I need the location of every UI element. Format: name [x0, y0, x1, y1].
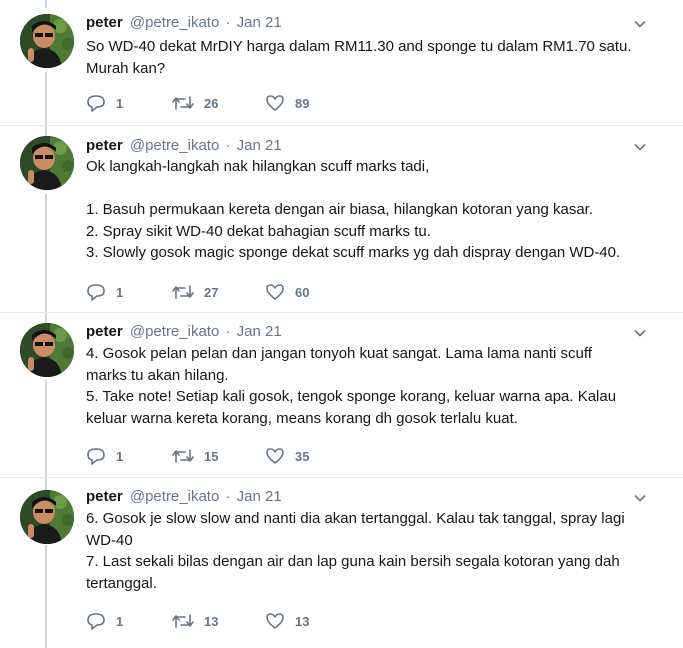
chevron-down-icon[interactable]	[633, 326, 647, 340]
tweet-text: 4. Gosok pelan pelan dan jangan tonyoh k…	[86, 345, 617, 427]
tweet-actions: 1 26 89	[86, 92, 351, 114]
user-handle[interactable]: @petre_ikato	[130, 323, 219, 340]
avatar[interactable]	[20, 136, 74, 190]
tweet-actions: 1 15 35	[86, 445, 351, 467]
tweet-thread: peter @petre_ikato · Jan 21 So WD-40 dek…	[0, 0, 683, 648]
tweet-actions: 1 27 60	[86, 281, 351, 303]
tweet-date[interactable]: Jan 21	[237, 323, 282, 340]
retweet-count: 27	[204, 284, 219, 300]
tweet-actions: 1 13 13	[86, 610, 351, 632]
retweet-button[interactable]: 26	[172, 95, 265, 111]
retweet-icon	[172, 449, 194, 463]
reply-button[interactable]: 1	[86, 447, 172, 465]
heart-icon	[266, 613, 284, 629]
tweet[interactable]: peter @petre_ikato · Jan 21 So WD-40 dek…	[0, 0, 683, 126]
user-handle[interactable]: @petre_ikato	[130, 137, 219, 154]
reply-icon	[87, 95, 105, 112]
retweet-button[interactable]: 15	[172, 448, 265, 464]
reply-count: 1	[116, 284, 124, 300]
reply-button[interactable]: 1	[86, 612, 172, 630]
tweet[interactable]: peter @petre_ikato · Jan 21 6. Gosok je …	[0, 478, 683, 648]
reply-count: 1	[116, 95, 124, 111]
reply-button[interactable]: 1	[86, 283, 172, 301]
display-name[interactable]: peter	[86, 14, 123, 31]
retweet-icon	[172, 96, 194, 110]
tweet-header: peter @petre_ikato · Jan 21	[86, 13, 282, 33]
tweet[interactable]: peter @petre_ikato · Jan 21 4. Gosok pel…	[0, 313, 683, 478]
like-count: 13	[295, 613, 310, 629]
like-button[interactable]: 60	[265, 283, 351, 301]
tweet-header: peter @petre_ikato · Jan 21	[86, 136, 282, 156]
retweet-button[interactable]: 27	[172, 284, 265, 300]
avatar[interactable]	[20, 14, 74, 68]
separator-dot: ·	[225, 323, 231, 340]
like-button[interactable]: 13	[265, 612, 351, 630]
tweet-date[interactable]: Jan 21	[237, 137, 282, 154]
tweet-header: peter @petre_ikato · Jan 21	[86, 322, 282, 342]
retweet-icon	[172, 285, 194, 299]
like-count: 35	[295, 448, 310, 464]
display-name[interactable]: peter	[86, 137, 123, 154]
retweet-count: 26	[204, 95, 219, 111]
like-count: 89	[295, 95, 310, 111]
tweet[interactable]: peter @petre_ikato · Jan 21 Ok langkah-l…	[0, 126, 683, 313]
reply-icon	[87, 284, 105, 301]
separator-dot: ·	[225, 488, 231, 505]
reply-count: 1	[116, 448, 124, 464]
retweet-button[interactable]: 13	[172, 613, 265, 629]
tweet-date[interactable]: Jan 21	[237, 14, 282, 31]
heart-icon	[266, 448, 284, 464]
retweet-count: 13	[204, 613, 219, 629]
retweet-icon	[172, 614, 194, 628]
tweet-text: Ok langkah-langkah nak hilangkan scuff m…	[86, 158, 621, 261]
reply-count: 1	[116, 613, 124, 629]
separator-dot: ·	[225, 14, 231, 31]
display-name[interactable]: peter	[86, 323, 123, 340]
like-button[interactable]: 89	[265, 94, 351, 112]
reply-icon	[87, 448, 105, 465]
like-count: 60	[295, 284, 310, 300]
avatar[interactable]	[20, 323, 74, 377]
chevron-down-icon[interactable]	[633, 140, 647, 154]
like-button[interactable]: 35	[265, 447, 351, 465]
chevron-down-icon[interactable]	[633, 491, 647, 505]
user-handle[interactable]: @petre_ikato	[130, 14, 219, 31]
tweet-text: So WD-40 dekat MrDIY harga dalam RM11.30…	[86, 38, 632, 77]
user-handle[interactable]: @petre_ikato	[130, 488, 219, 505]
avatar[interactable]	[20, 490, 74, 544]
tweet-date[interactable]: Jan 21	[237, 488, 282, 505]
reply-icon	[87, 613, 105, 630]
reply-button[interactable]: 1	[86, 94, 172, 112]
heart-icon	[266, 284, 284, 300]
display-name[interactable]: peter	[86, 488, 123, 505]
separator-dot: ·	[225, 137, 231, 154]
retweet-count: 15	[204, 448, 219, 464]
chevron-down-icon[interactable]	[633, 17, 647, 31]
tweet-text: 6. Gosok je slow slow and nanti dia akan…	[86, 510, 625, 592]
heart-icon	[266, 95, 284, 111]
tweet-header: peter @petre_ikato · Jan 21	[86, 487, 282, 507]
